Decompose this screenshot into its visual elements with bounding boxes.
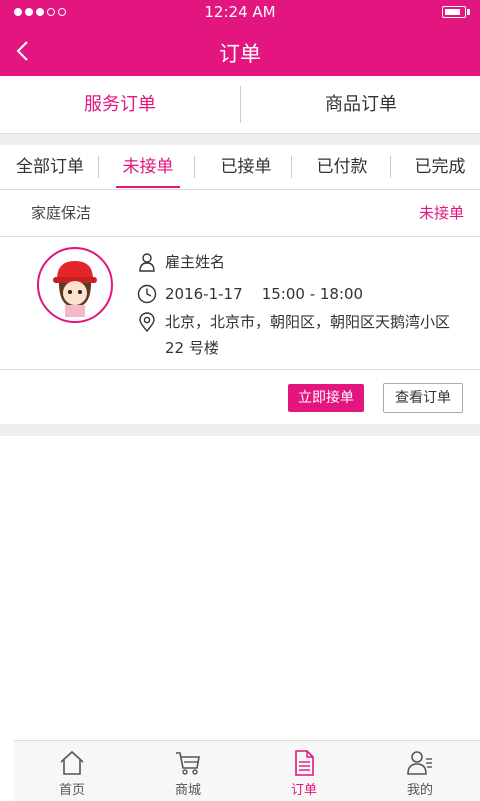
order-type-switch: 服务订单 商品订单 [0, 76, 480, 134]
order-actions: 立即接单 查看订单 [0, 370, 480, 424]
tab-separator [390, 156, 391, 178]
order-card-body[interactable]: 雇主姓名 2016-1-17 15:00 - 18:00 北京，北京市，朝阳区，… [0, 237, 480, 370]
status-time: 12:24 AM [204, 3, 276, 21]
order-status-badge: 未接单 [418, 204, 464, 222]
nav-home[interactable]: 首页 [14, 741, 130, 801]
section-gap [0, 424, 480, 436]
nav-orders-label: 订单 [290, 783, 317, 798]
tab-accepted[interactable]: 已接单 [204, 145, 288, 189]
tab-all-orders[interactable]: 全部订单 [8, 145, 92, 189]
accept-order-button[interactable]: 立即接单 [288, 384, 364, 412]
nav-mine-label: 我的 [406, 783, 433, 798]
document-icon [295, 750, 314, 776]
address-row: 北京，北京市，朝阳区，朝阳区天鹅湾小区 22 号楼 [137, 309, 465, 361]
active-tab-indicator [116, 186, 180, 188]
status-bar: 12:24 AM [0, 0, 480, 24]
app-header: 12:24 AM 订单 [0, 0, 480, 76]
user-icon [139, 253, 155, 272]
order-card-header: 家庭保洁 未接单 [0, 190, 480, 237]
bottom-nav: 首页 商城 订单 我的 [14, 740, 480, 801]
battery-icon [442, 6, 470, 18]
tab-not-accepted[interactable]: 未接单 [108, 145, 188, 189]
tab-completed[interactable]: 已完成 [398, 145, 480, 189]
cart-icon [176, 752, 200, 775]
status-tabs: 全部订单 未接单 已接单 已付款 已完成 [0, 145, 480, 190]
section-gap [0, 134, 480, 145]
nav-mine[interactable]: 我的 [362, 741, 478, 801]
nav-mall-label: 商城 [174, 783, 201, 798]
nav-mall[interactable]: 商城 [130, 741, 246, 801]
tab-product-orders[interactable]: 商品订单 [241, 76, 480, 133]
home-icon [60, 750, 84, 775]
tab-separator [194, 156, 195, 178]
tab-separator [98, 156, 99, 178]
tab-service-orders[interactable]: 服务订单 [0, 76, 240, 133]
order-datetime: 2016-1-17 15:00 - 18:00 [165, 285, 364, 303]
avatar [37, 247, 113, 323]
service-name: 家庭保洁 [31, 204, 92, 222]
view-order-button[interactable]: 查看订单 [383, 383, 463, 413]
tab-paid[interactable]: 已付款 [300, 145, 384, 189]
location-pin-icon [139, 312, 155, 332]
page-title: 订单 [219, 42, 261, 66]
tab-separator [291, 156, 292, 178]
employer-row: 雇主姓名 [137, 249, 225, 275]
employer-name: 雇主姓名 [165, 253, 226, 271]
datetime-row: 2016-1-17 15:00 - 18:00 [137, 281, 363, 307]
user-icon [407, 751, 432, 775]
nav-orders[interactable]: 订单 [246, 741, 362, 801]
order-address: 北京，北京市，朝阳区，朝阳区天鹅湾小区 22 号楼 [165, 313, 451, 357]
avatar-image [53, 261, 97, 317]
nav-home-label: 首页 [58, 783, 85, 798]
clock-icon [137, 284, 157, 304]
